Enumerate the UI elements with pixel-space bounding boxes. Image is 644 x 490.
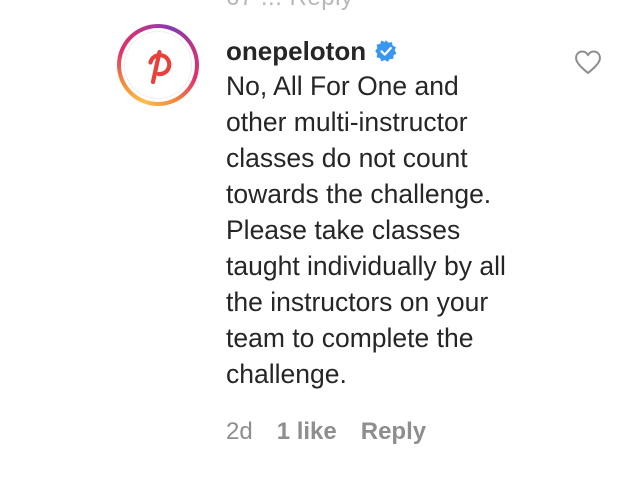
- avatar[interactable]: [124, 31, 192, 99]
- comment-text-line: classes do not count: [226, 143, 468, 173]
- previous-comment-meta: 67 ... Reply: [226, 0, 353, 12]
- username-link[interactable]: onepeloton: [226, 36, 366, 67]
- story-ring[interactable]: [117, 24, 199, 106]
- reply-button[interactable]: Reply: [361, 418, 426, 446]
- comment-text-line: No, All For One and: [226, 71, 459, 101]
- comment-text-line: taught individually by all: [226, 251, 506, 281]
- comment-text-line: other multi-instructor: [226, 107, 468, 137]
- comment-text-line: towards the challenge.: [226, 179, 492, 209]
- comment-text-line: team to complete the: [226, 323, 474, 353]
- comment-meta: 2d 1 like Reply: [226, 418, 450, 446]
- comment-page: 67 ... Reply onepeloton No, All For One …: [0, 0, 644, 490]
- likes-count[interactable]: 1 like: [277, 418, 337, 446]
- comment-body: onepeloton No, All For One and other mul…: [226, 34, 566, 392]
- comment-text-line: the instructors on your: [226, 287, 489, 317]
- comment-time[interactable]: 2d: [226, 418, 253, 446]
- comment-text-line: Please take classes: [226, 215, 461, 245]
- comment-text-line: challenge.: [226, 359, 347, 389]
- peloton-logo-icon: [148, 49, 172, 85]
- heart-icon[interactable]: [574, 49, 602, 75]
- comment-text: No, All For One and other multi-instruct…: [226, 68, 566, 392]
- verified-badge-icon: [375, 40, 397, 62]
